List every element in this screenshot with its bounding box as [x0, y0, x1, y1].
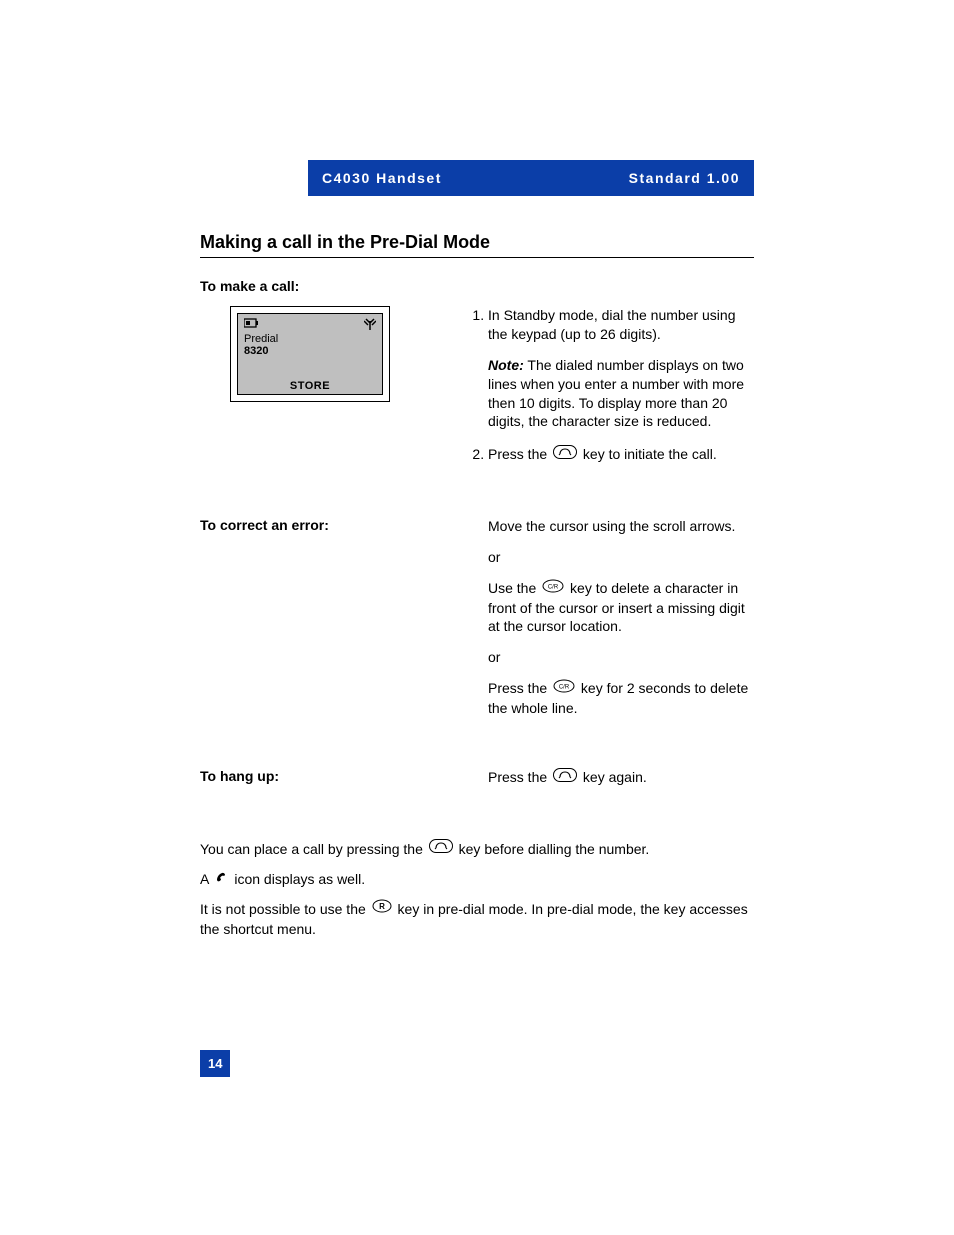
step-1-text: In Standby mode, dial the number using t…	[488, 307, 736, 342]
call-key-icon	[553, 445, 577, 464]
step-2-post: key to initiate the call.	[583, 446, 717, 462]
r-key-icon: R	[372, 899, 392, 919]
correct-para-3: Press the C/R key for 2 seconds to delet…	[488, 679, 754, 718]
svg-text:C/R: C/R	[548, 584, 559, 590]
subheading-make-call: To make a call:	[200, 278, 754, 294]
antenna-icon	[364, 318, 376, 332]
subheading-hang-up: To hang up:	[200, 768, 460, 784]
footer-para-1: You can place a call by pressing the key…	[200, 840, 754, 860]
hangup-text: Press the key again.	[488, 768, 754, 788]
device-illustration-col: Predial 8320 STORE	[200, 306, 460, 402]
header-right: Standard 1.00	[629, 170, 740, 186]
header-left: C4030 Handset	[322, 170, 442, 186]
title-rule	[200, 257, 754, 258]
row-make-call: Predial 8320 STORE In Standby mode, dial…	[200, 306, 754, 479]
clr-key-icon: C/R	[553, 679, 575, 698]
correct-or-1: or	[488, 548, 754, 567]
battery-icon	[244, 318, 260, 332]
call-key-icon	[553, 768, 577, 787]
row-correct-error: To correct an error: Move the cursor usi…	[200, 517, 754, 730]
step-1: In Standby mode, dial the number using t…	[488, 306, 754, 431]
footer-para-2: A icon displays as well.	[200, 870, 754, 890]
page-number: 14	[200, 1050, 230, 1077]
call-key-icon	[429, 839, 453, 859]
page-header: C4030 Handset Standard 1.00	[308, 160, 754, 196]
svg-text:R: R	[379, 902, 385, 911]
subheading-correct-error: To correct an error:	[200, 517, 460, 533]
document-page: C4030 Handset Standard 1.00 Making a cal…	[0, 0, 954, 1235]
note-label: Note:	[488, 357, 524, 373]
step-2-pre: Press the	[488, 446, 547, 462]
correct-para-2: Use the C/R key to delete a character in…	[488, 579, 754, 637]
device-line-number: 8320	[244, 345, 376, 357]
correct-para-1: Move the cursor using the scroll arrows.	[488, 517, 754, 536]
note-text: The dialed number displays on two lines …	[488, 357, 744, 430]
device-softkey-store: STORE	[238, 380, 382, 392]
page-title: Making a call in the Pre-Dial Mode	[200, 232, 754, 253]
step-2: Press the key to initiate the call.	[488, 445, 754, 465]
footer-para-3: It is not possible to use the R key in p…	[200, 900, 754, 940]
clr-key-icon: C/R	[542, 579, 564, 598]
correct-or-2: or	[488, 648, 754, 667]
row-hang-up: To hang up: Press the key again.	[200, 768, 754, 800]
device-screen: Predial 8320 STORE	[237, 313, 383, 395]
svg-text:C/R: C/R	[559, 685, 570, 691]
off-hook-icon	[214, 870, 228, 890]
device-line-predial: Predial	[244, 333, 376, 345]
steps-col: In Standby mode, dial the number using t…	[460, 306, 754, 479]
device-screen-frame: Predial 8320 STORE	[230, 306, 390, 402]
